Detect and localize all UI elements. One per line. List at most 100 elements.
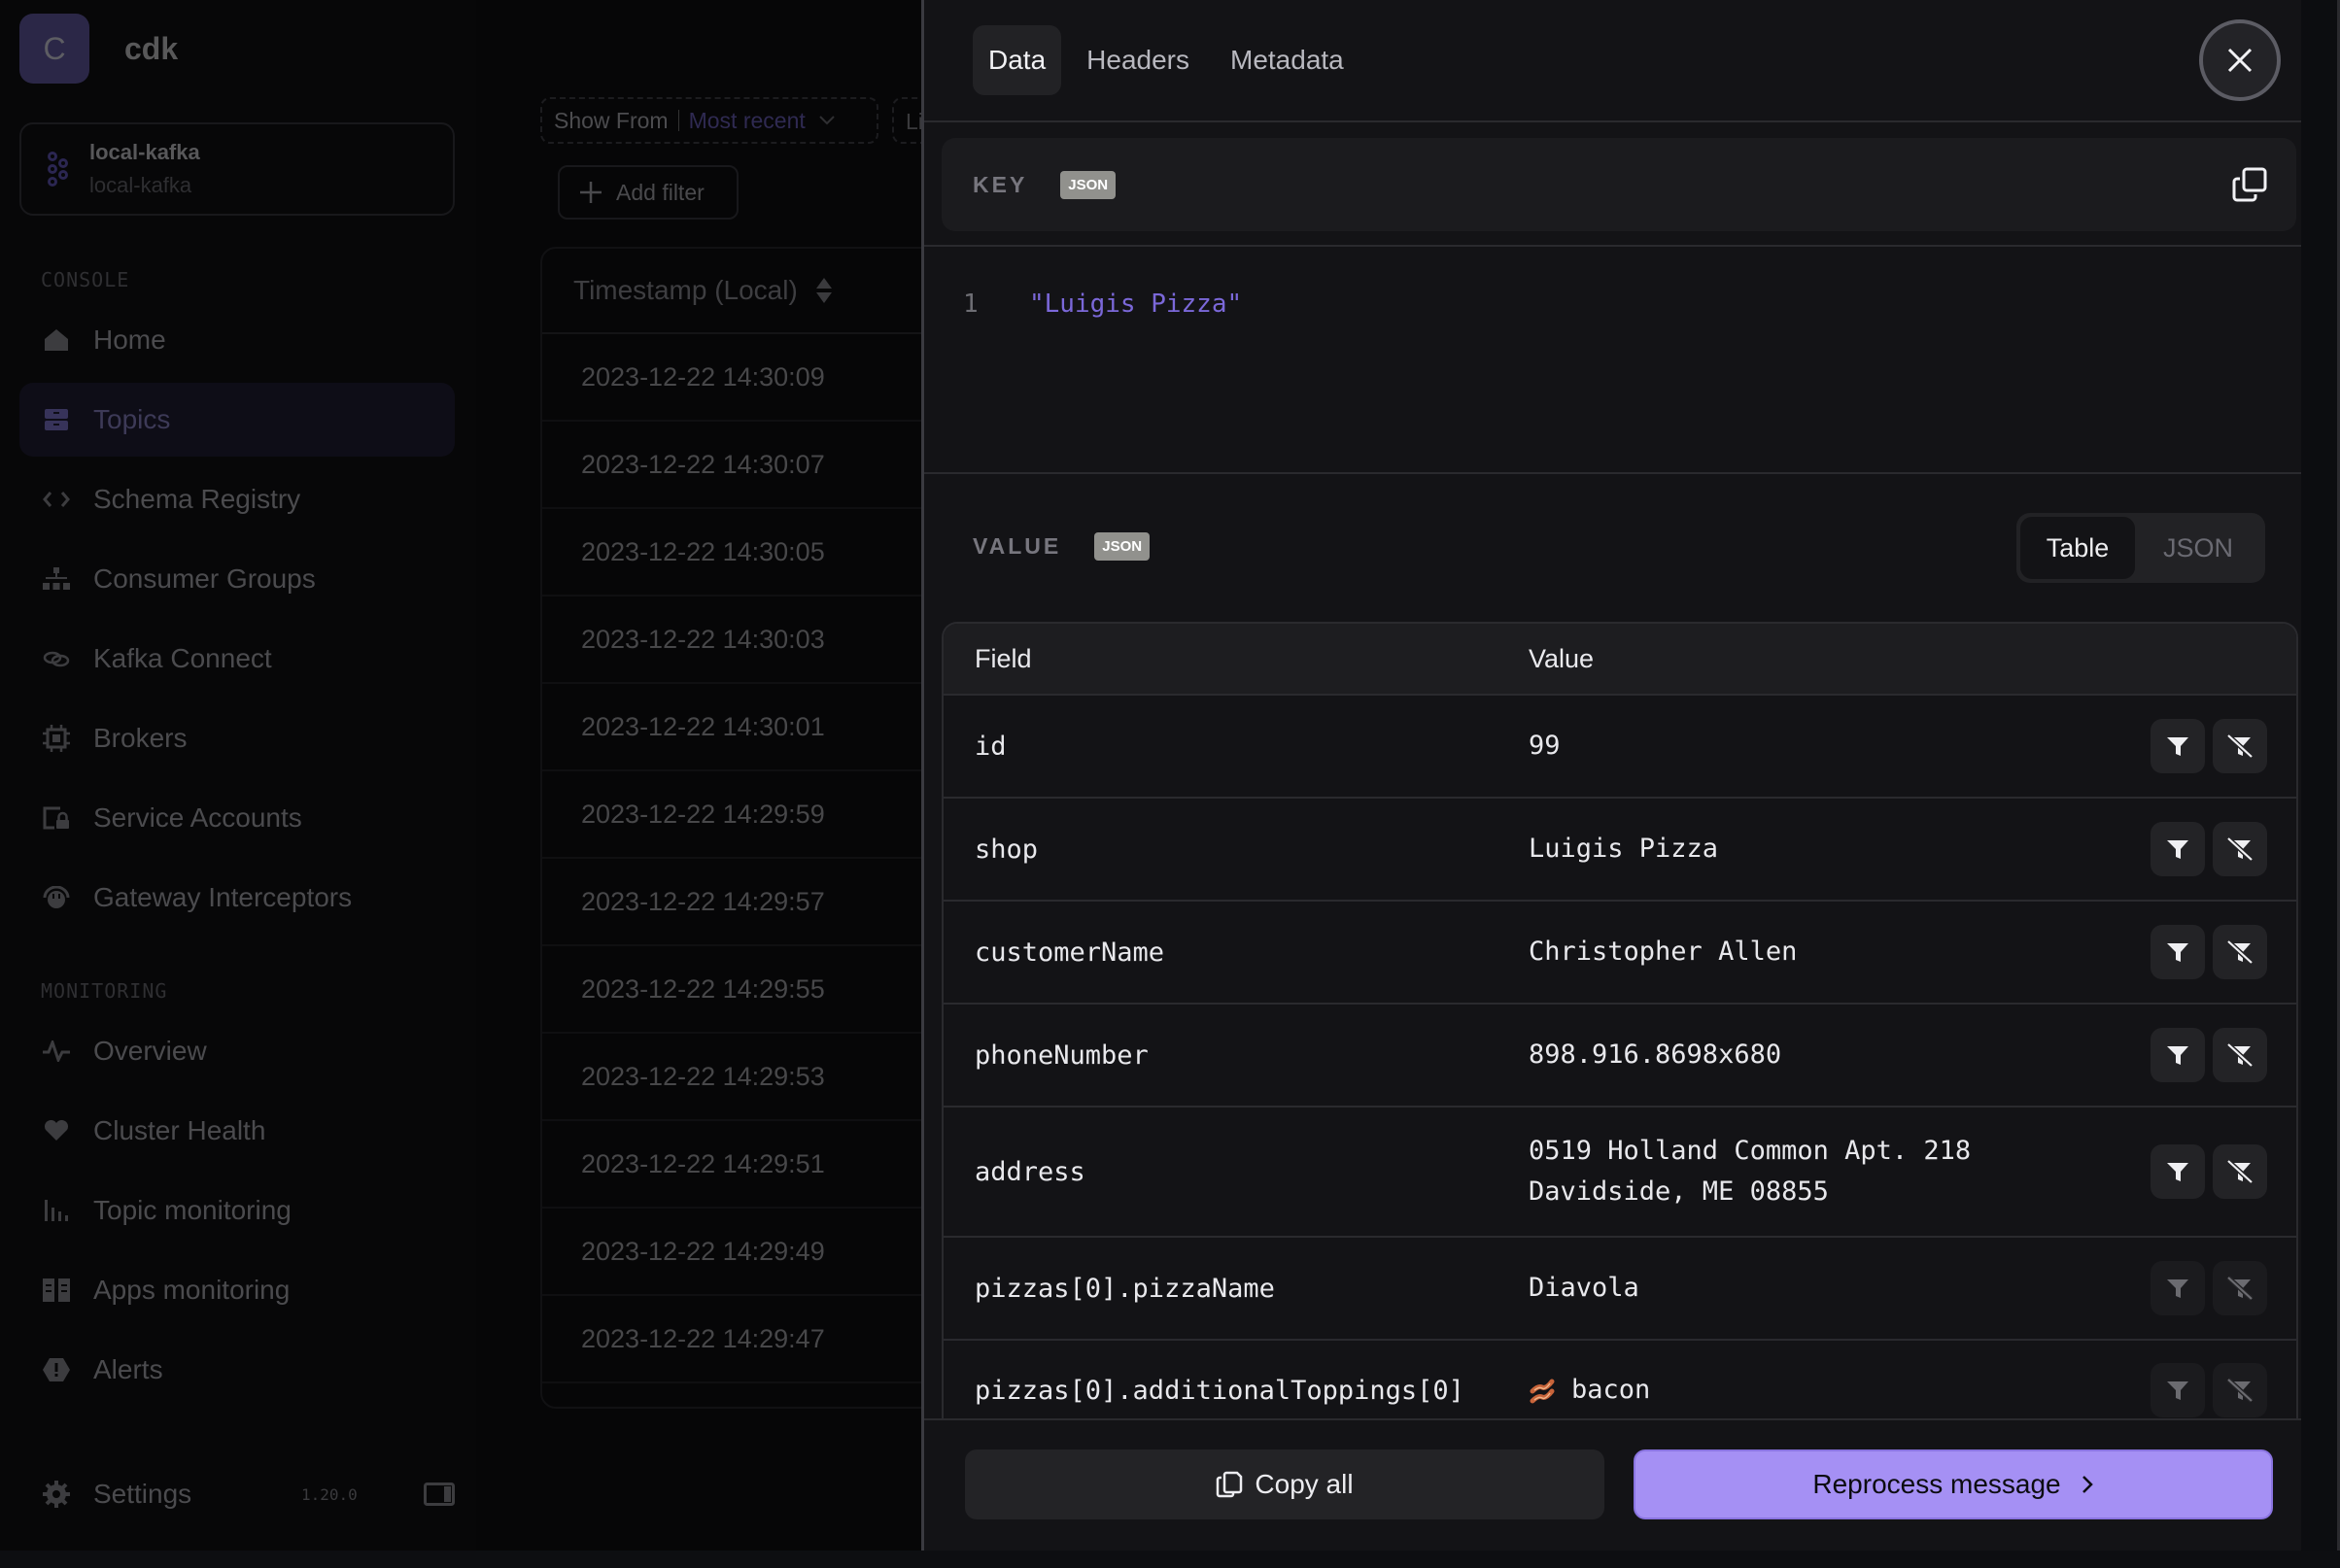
sidebar-item-consumer-groups[interactable]: Consumer Groups xyxy=(19,542,455,616)
brand[interactable]: C cdk xyxy=(19,14,178,84)
sidebar-item-label: Topic monitoring xyxy=(93,1195,292,1225)
sidebar-item-service-accounts[interactable]: Service Accounts xyxy=(19,781,455,855)
sort-icon[interactable] xyxy=(815,277,833,304)
sidebar-item-overview[interactable]: Overview xyxy=(19,1014,455,1088)
topics-icon xyxy=(43,406,70,433)
filter-include-button[interactable] xyxy=(2151,925,2205,979)
value-fields-table: Field Value id 99 shop Luigis Pizza customer… xyxy=(942,622,2298,1418)
sidebar-item-schema-registry[interactable]: Schema Registry xyxy=(19,462,455,536)
line-number: 1 xyxy=(963,290,979,319)
field-filter-actions xyxy=(2143,925,2267,979)
toggle-json[interactable]: JSON xyxy=(2135,517,2261,579)
copy-all-button[interactable]: Copy all xyxy=(965,1449,1604,1519)
message-row[interactable]: 2023-12-22 14:30:05 xyxy=(542,509,946,597)
drawer-footer: Copy all Reprocess message xyxy=(924,1418,2304,1551)
sidebar-item-kafka-connect[interactable]: Kafka Connect xyxy=(19,622,455,696)
sidebar-item-label: Gateway Interceptors xyxy=(93,882,353,912)
reprocess-message-button[interactable]: Reprocess message xyxy=(1634,1449,2273,1519)
cluster-name: local-kafka xyxy=(89,140,200,164)
field-name: phoneNumber xyxy=(975,1040,1149,1071)
reprocess-label: Reprocess message xyxy=(1812,1469,2061,1499)
message-row[interactable]: 2023-12-22 14:30:01 xyxy=(542,684,946,771)
chevron-right-icon xyxy=(2082,1476,2093,1493)
sidebar-item-apps-monitoring[interactable]: Apps monitoring xyxy=(19,1253,455,1327)
show-from-select[interactable]: Show From Most recent xyxy=(540,97,878,144)
tab-metadata[interactable]: Metadata xyxy=(1215,25,1359,95)
field-row: pizzas[0].additionalToppings[0] bacon xyxy=(944,1341,2296,1418)
sidebar-item-cluster-health[interactable]: Cluster Health xyxy=(19,1094,455,1168)
sidebar-item-brokers[interactable]: Brokers xyxy=(19,701,455,775)
filter-off-icon xyxy=(2226,939,2254,965)
filter-exclude-button[interactable] xyxy=(2213,1261,2267,1315)
message-row[interactable]: 2023-12-22 14:29:53 xyxy=(542,1034,946,1121)
sidebar-item-label: Consumer Groups xyxy=(93,563,316,594)
message-row[interactable]: 2023-12-22 14:29:51 xyxy=(542,1121,946,1209)
filter-exclude-button[interactable] xyxy=(2213,1363,2267,1417)
value-label: VALUE xyxy=(973,533,1062,559)
tab-headers[interactable]: Headers xyxy=(1071,25,1205,95)
cluster-selector[interactable]: local-kafka local-kafka xyxy=(19,122,455,216)
filter-icon xyxy=(2167,1163,2188,1181)
close-icon xyxy=(2227,48,2253,73)
filter-include-button[interactable] xyxy=(2151,719,2205,773)
field-value-text: Diavola xyxy=(1529,1273,1639,1303)
filter-exclude-button[interactable] xyxy=(2213,1144,2267,1199)
tab-data[interactable]: Data xyxy=(973,25,1062,95)
message-row[interactable]: 2023-12-22 14:29:47 xyxy=(542,1296,946,1383)
filter-include-button[interactable] xyxy=(2151,1261,2205,1315)
sidebar-item-alerts[interactable]: Alerts xyxy=(19,1333,455,1407)
chevron-down-icon xyxy=(819,116,835,125)
message-timestamp: 2023-12-22 14:30:09 xyxy=(581,361,825,392)
filter-include-button[interactable] xyxy=(2151,822,2205,876)
org-name: cdk xyxy=(124,30,179,66)
org-avatar[interactable]: C xyxy=(19,14,89,84)
timestamp-column-header[interactable]: Timestamp (Local) xyxy=(542,249,946,334)
message-timestamp: 2023-12-22 14:29:57 xyxy=(581,886,825,916)
message-row[interactable]: 2023-12-22 14:29:49 xyxy=(542,1209,946,1296)
messages-panel: Show From Most recent Li Add filter Time… xyxy=(476,0,948,1551)
sidebar-item-topics[interactable]: Topics xyxy=(19,383,455,457)
filter-include-button[interactable] xyxy=(2151,1144,2205,1199)
filter-include-button[interactable] xyxy=(2151,1363,2205,1417)
filter-off-icon xyxy=(2226,1042,2254,1068)
value-format-badge: JSON xyxy=(1094,532,1151,561)
divider xyxy=(677,110,679,131)
key-code-viewer[interactable]: 1 "Luigis Pizza" xyxy=(963,290,1242,319)
add-filter-label: Add filter xyxy=(616,179,705,205)
message-row[interactable]: 2023-12-22 14:29:55 xyxy=(542,946,946,1034)
sidebar-item-label: Kafka Connect xyxy=(93,643,272,673)
sidebar-item-label: Schema Registry xyxy=(93,484,301,514)
value-section-header: VALUE JSON xyxy=(973,532,1151,561)
filter-exclude-button[interactable] xyxy=(2213,925,2267,979)
show-from-label: Show From xyxy=(554,107,669,133)
message-row[interactable]: 2023-12-22 14:30:07 xyxy=(542,422,946,509)
field-row: pizzas[0].pizzaName Diavola xyxy=(944,1238,2296,1341)
add-filter-button[interactable]: Add filter xyxy=(558,165,739,220)
message-row[interactable]: 2023-12-22 14:30:03 xyxy=(542,597,946,684)
fields-table-body: id 99 shop Luigis Pizza customerName Christop… xyxy=(944,696,2296,1418)
copy-icon[interactable] xyxy=(2232,167,2267,202)
sidebar-item-home[interactable]: Home xyxy=(19,303,455,377)
message-row[interactable]: 2023-12-22 14:30:09 xyxy=(542,334,946,422)
sidebar-collapse-icon[interactable] xyxy=(424,1483,455,1506)
sidebar-item-label: Cluster Health xyxy=(93,1115,266,1145)
heart-icon xyxy=(43,1117,70,1144)
filter-off-icon xyxy=(2226,1276,2254,1301)
filter-exclude-button[interactable] xyxy=(2213,1028,2267,1082)
toggle-table[interactable]: Table xyxy=(2020,517,2135,579)
filter-include-button[interactable] xyxy=(2151,1028,2205,1082)
sidebar-item-settings[interactable]: Settings 1.20.0 xyxy=(19,1457,455,1531)
sidebar-item-gateway-interceptors[interactable]: Gateway Interceptors xyxy=(19,861,455,935)
pulse-icon xyxy=(43,1038,70,1065)
field-value-text: Christopher Allen xyxy=(1529,937,1798,967)
filter-exclude-button[interactable] xyxy=(2213,719,2267,773)
field-filter-actions xyxy=(2143,1261,2267,1315)
filter-exclude-button[interactable] xyxy=(2213,822,2267,876)
message-row[interactable]: 2023-12-22 14:29:57 xyxy=(542,859,946,946)
filter-icon xyxy=(2167,840,2188,859)
message-row[interactable]: 2023-12-22 14:29:59 xyxy=(542,771,946,859)
close-button[interactable] xyxy=(2199,19,2281,101)
sidebar-item-topic-monitoring[interactable]: Topic monitoring xyxy=(19,1174,455,1247)
message-timestamp: 2023-12-22 14:29:55 xyxy=(581,973,825,1004)
column-header-label: Timestamp (Local) xyxy=(573,275,798,305)
